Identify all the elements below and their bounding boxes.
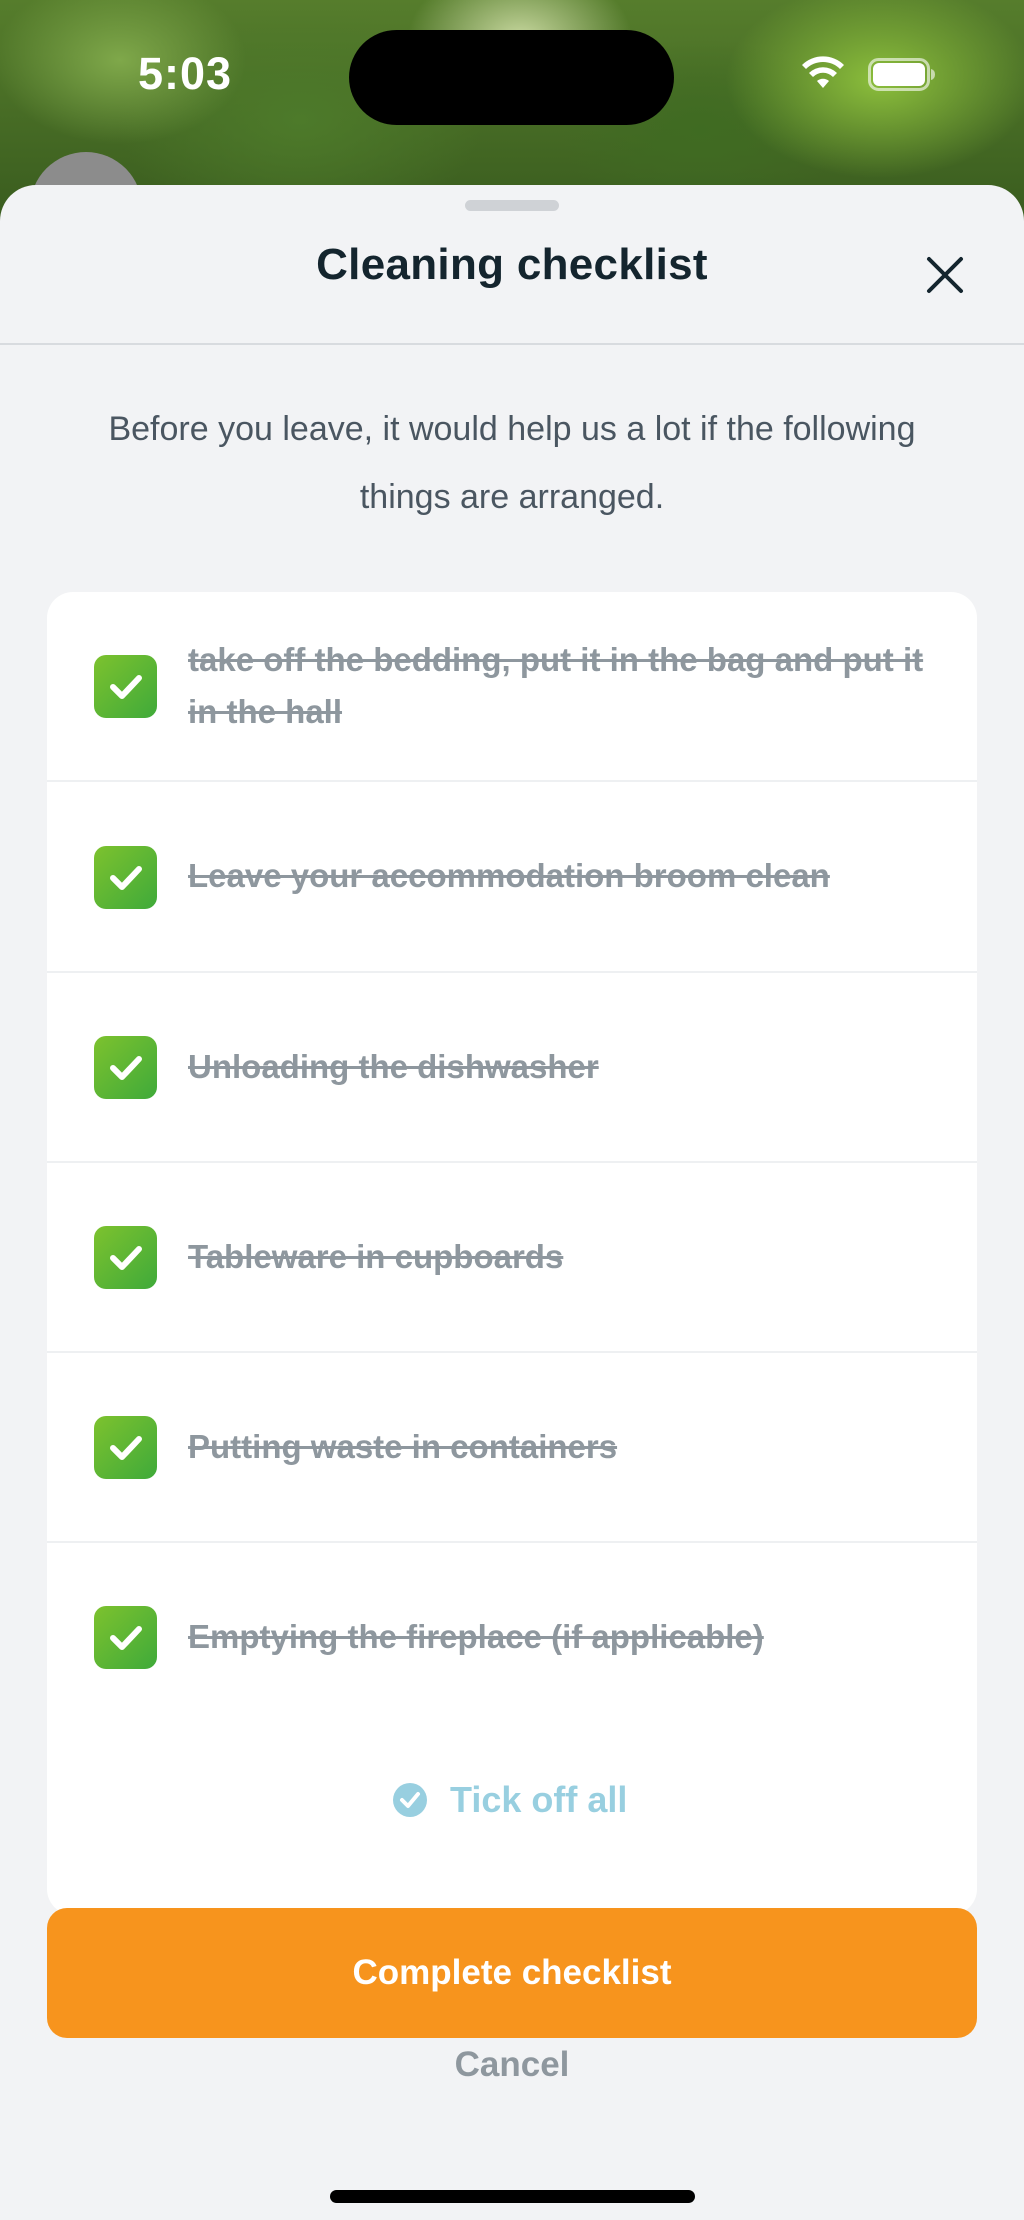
- close-button[interactable]: [915, 245, 975, 305]
- sheet-title: Cleaning checklist: [316, 240, 708, 289]
- checklist-item-broom-clean[interactable]: Leave your accommodation broom clean: [47, 782, 977, 973]
- complete-checklist-button[interactable]: Complete checklist: [47, 1908, 977, 2038]
- checklist-item-fireplace[interactable]: Emptying the fireplace (if applicable): [47, 1543, 977, 1733]
- close-icon: [927, 257, 963, 293]
- status-time: 5:03: [138, 48, 233, 99]
- check-circle-icon: [393, 1783, 427, 1817]
- header-divider: [0, 343, 1024, 345]
- checklist-item-label: take off the bedding, put it in the bag …: [188, 641, 924, 730]
- checkmark-icon: [109, 865, 142, 890]
- checkbox-checked[interactable]: [94, 655, 157, 718]
- checklist-item-label: Unloading the dishwasher: [188, 1048, 599, 1085]
- intro-text: Before you leave, it would help us a lot…: [108, 410, 916, 516]
- checkmark-icon: [109, 1055, 142, 1080]
- checklist-item-label: Putting waste in containers: [188, 1428, 618, 1465]
- checkbox-checked[interactable]: [94, 846, 157, 909]
- checkbox-checked[interactable]: [94, 1416, 157, 1479]
- checkbox-checked[interactable]: [94, 1606, 157, 1669]
- checkmark-icon: [109, 674, 142, 699]
- checkmark-icon: [109, 1245, 142, 1270]
- checklist-item-dishwasher[interactable]: Unloading the dishwasher: [47, 973, 977, 1163]
- cancel-button[interactable]: Cancel: [362, 2030, 662, 2100]
- checkmark-icon: [109, 1435, 142, 1460]
- checklist-item-label: Leave your accommodation broom clean: [188, 857, 830, 894]
- wifi-icon: [802, 56, 844, 88]
- tick-off-all-button[interactable]: Tick off all: [392, 1770, 627, 1830]
- battery-full-icon: [868, 58, 935, 91]
- checkmark-icon: [109, 1625, 142, 1650]
- status-bar: 5:03: [0, 0, 1024, 150]
- checklist-item-label: Tableware in cupboards: [188, 1238, 564, 1275]
- checklist-sheet: Cleaning checklist Before you leave, it …: [0, 185, 1024, 2220]
- tick-off-all-label: Tick off all: [450, 1779, 628, 1820]
- checklist-item-bedding[interactable]: take off the bedding, put it in the bag …: [47, 592, 977, 782]
- checkbox-checked[interactable]: [94, 1036, 157, 1099]
- checklist-item-tableware[interactable]: Tableware in cupboards: [47, 1163, 977, 1353]
- checklist-item-label: Emptying the fireplace (if applicable): [188, 1618, 764, 1655]
- checklist-card: take off the bedding, put it in the bag …: [47, 592, 977, 1915]
- home-indicator: [330, 2190, 695, 2203]
- sheet-grabber[interactable]: [465, 200, 559, 211]
- checklist-item-waste[interactable]: Putting waste in containers: [47, 1353, 977, 1543]
- checkbox-checked[interactable]: [94, 1226, 157, 1289]
- dynamic-island: [349, 30, 674, 125]
